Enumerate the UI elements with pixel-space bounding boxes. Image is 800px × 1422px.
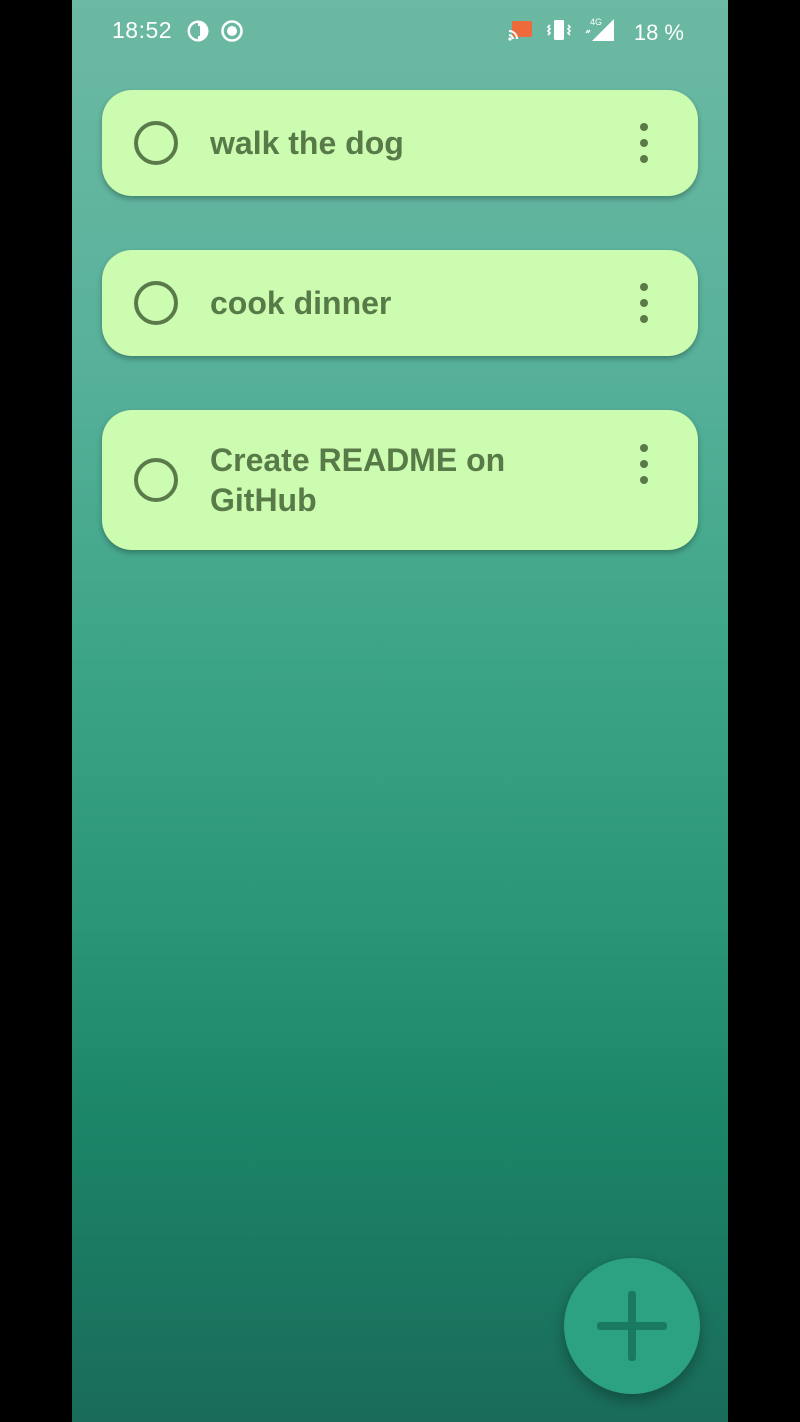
- battery-percentage: 18 %: [633, 19, 684, 45]
- data-saver-icon: [186, 19, 210, 48]
- status-time: 18:52: [112, 17, 173, 43]
- task-card[interactable]: walk the dog: [102, 90, 698, 196]
- vibrate-icon: [546, 17, 572, 48]
- status-right-icons: 4G 18 %: [508, 17, 684, 48]
- signal-icon: 4G: [584, 17, 618, 48]
- more-options-button[interactable]: [632, 283, 656, 323]
- network-type-label: 4G: [590, 17, 602, 27]
- more-vert-icon: [640, 283, 648, 291]
- task-checkbox[interactable]: [134, 121, 178, 165]
- task-list: walk the dog cook dinner Create README o…: [102, 90, 698, 604]
- task-text[interactable]: Create README on GitHub: [210, 440, 590, 520]
- task-checkbox[interactable]: [134, 458, 178, 502]
- more-vert-icon: [640, 123, 648, 131]
- task-card[interactable]: Create README on GitHub: [102, 410, 698, 550]
- more-vert-icon: [640, 444, 648, 452]
- task-text[interactable]: cook dinner: [210, 283, 590, 323]
- status-bar: 18:52 4G 18 %: [72, 0, 728, 62]
- record-icon: [220, 19, 244, 48]
- task-checkbox[interactable]: [134, 281, 178, 325]
- more-options-button[interactable]: [632, 444, 656, 484]
- task-card[interactable]: cook dinner: [102, 250, 698, 356]
- cast-icon: [508, 19, 534, 46]
- task-text[interactable]: walk the dog: [210, 123, 590, 163]
- more-options-button[interactable]: [632, 123, 656, 163]
- add-task-button[interactable]: [564, 1258, 700, 1394]
- app-screen: 18:52 4G 18 % walk the dog cook dinner C…: [72, 0, 728, 1422]
- status-left-icons: [186, 19, 244, 48]
